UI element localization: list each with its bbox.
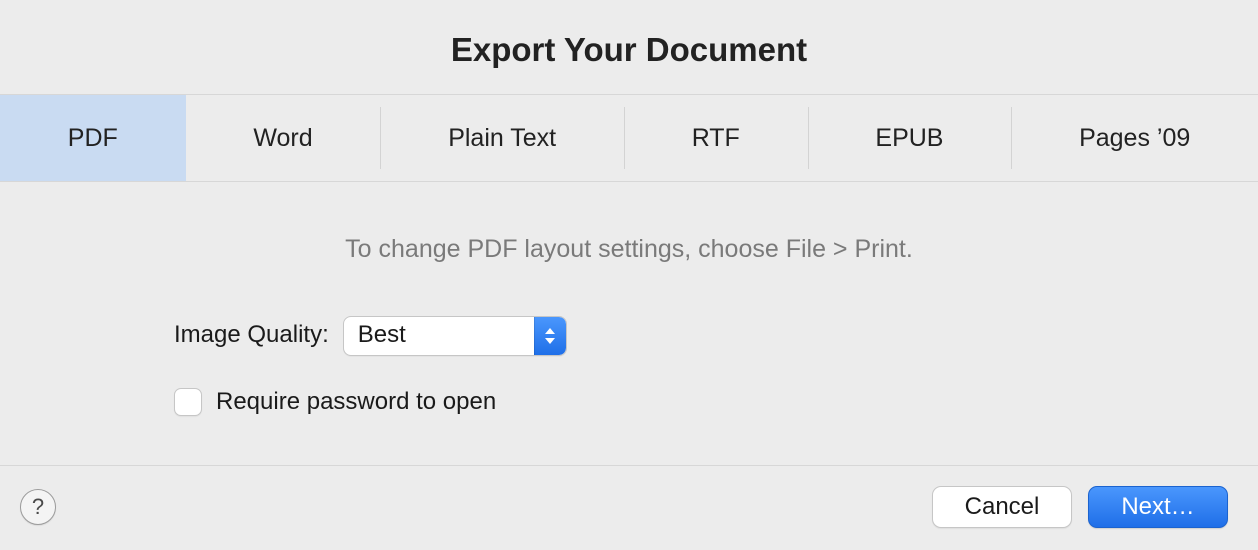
tab-epub[interactable]: EPUB [808, 95, 1012, 181]
format-tabs: PDF Word Plain Text RTF EPUB Pages ’09 [0, 94, 1258, 182]
dialog-footer: ? Cancel Next… [0, 465, 1258, 550]
cancel-button[interactable]: Cancel [932, 486, 1072, 528]
require-password-checkbox[interactable] [174, 388, 202, 416]
image-quality-row: Image Quality: Best [0, 316, 1258, 356]
require-password-label: Require password to open [216, 388, 496, 417]
tab-plain-text[interactable]: Plain Text [380, 95, 624, 181]
require-password-row: Require password to open [0, 388, 1258, 417]
tab-label: Plain Text [448, 124, 556, 152]
tab-label: RTF [692, 124, 740, 152]
export-dialog: Export Your Document PDF Word Plain Text… [0, 0, 1258, 550]
help-icon: ? [32, 494, 44, 520]
tab-label: Pages ’09 [1079, 124, 1190, 152]
image-quality-select[interactable]: Best [343, 316, 567, 356]
tab-label: EPUB [875, 124, 943, 152]
tab-word[interactable]: Word [186, 95, 381, 181]
tab-pdf[interactable]: PDF [0, 95, 186, 181]
button-label: Next… [1121, 493, 1194, 522]
tab-label: Word [253, 124, 312, 152]
image-quality-label: Image Quality: [174, 321, 329, 350]
help-button[interactable]: ? [20, 489, 56, 525]
hint-text: To change PDF layout settings, choose Fi… [0, 234, 1258, 264]
dialog-content: To change PDF layout settings, choose Fi… [0, 182, 1258, 465]
next-button[interactable]: Next… [1088, 486, 1228, 528]
button-label: Cancel [965, 493, 1040, 522]
dialog-title: Export Your Document [0, 0, 1258, 94]
image-quality-value: Best [344, 317, 534, 355]
stepper-arrows-icon [534, 317, 566, 355]
tab-rtf[interactable]: RTF [624, 95, 808, 181]
tab-label: PDF [68, 124, 118, 152]
tab-pages-09[interactable]: Pages ’09 [1011, 95, 1258, 181]
